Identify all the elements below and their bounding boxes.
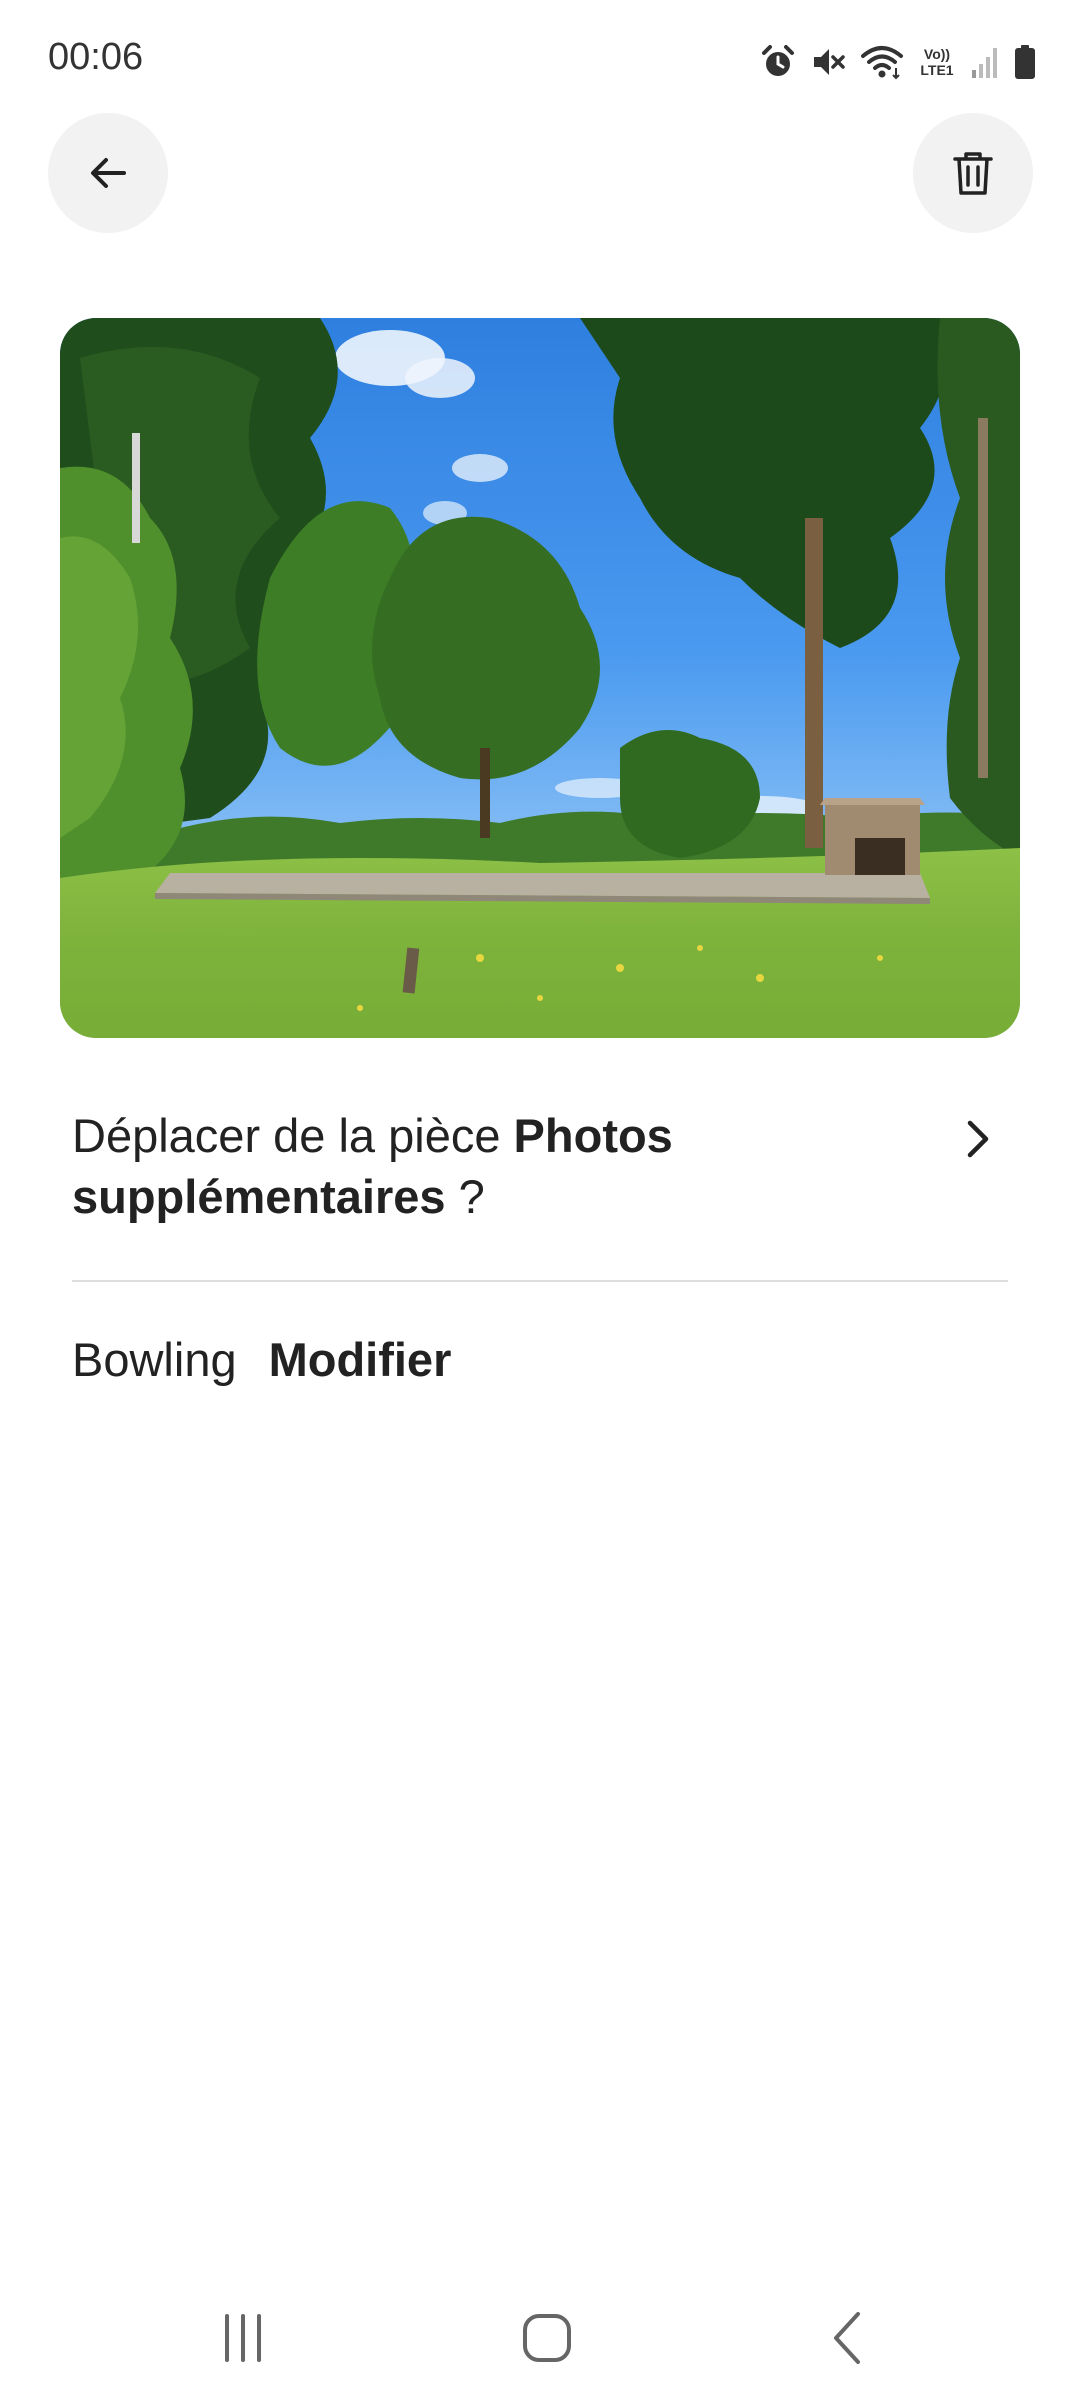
alarm-icon	[760, 40, 796, 84]
volte-label: Vo))	[923, 46, 951, 62]
back-icon	[834, 2312, 860, 2364]
lte-label: LTE1	[920, 62, 954, 78]
garden-photo	[60, 318, 1020, 1038]
wifi-icon	[860, 40, 904, 84]
signal-icon	[970, 40, 1000, 84]
battery-icon	[1014, 40, 1036, 84]
home-icon	[523, 2314, 571, 2362]
chevron-right-icon	[948, 1109, 1008, 1169]
status-icons: Vo)) LTE1	[760, 40, 1036, 84]
move-room-text: Déplacer de la pièce Photos supplémentai…	[72, 1105, 852, 1227]
room-row: Bowling Modifier	[72, 1330, 451, 1390]
edit-room-link[interactable]: Modifier	[269, 1330, 452, 1390]
photo-detail-screen: 00:06 Vo)) LTE1 Déplacer de la pièce Pho…	[0, 0, 1080, 2400]
system-nav-bar	[0, 2268, 1080, 2400]
back-button[interactable]	[48, 113, 168, 233]
move-prefix: Déplacer de la pièce	[72, 1109, 514, 1162]
room-photo[interactable]	[60, 318, 1020, 1038]
divider	[72, 1280, 1008, 1282]
recents-button[interactable]	[193, 2288, 293, 2388]
volte-lte-icon: Vo)) LTE1	[918, 40, 956, 84]
move-room-row[interactable]: Déplacer de la pièce Photos supplémentai…	[72, 1105, 1008, 1227]
home-button[interactable]	[497, 2288, 597, 2388]
recents-icon	[225, 2314, 261, 2362]
mute-icon	[810, 40, 846, 84]
status-time: 00:06	[48, 36, 144, 78]
trash-icon	[953, 152, 993, 195]
status-bar: 00:06 Vo)) LTE1	[0, 0, 1080, 120]
nav-back-button[interactable]	[800, 2288, 900, 2388]
delete-photo-button[interactable]	[913, 113, 1033, 233]
move-suffix: ?	[445, 1170, 485, 1223]
room-name: Bowling	[72, 1333, 237, 1386]
arrow-left-icon	[91, 158, 126, 188]
